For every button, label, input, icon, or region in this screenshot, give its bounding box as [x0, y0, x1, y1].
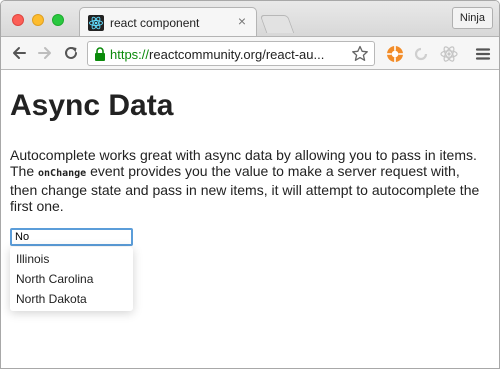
onchange-code: onChange — [38, 168, 87, 179]
address-bar[interactable]: https://reactcommunity.org/react-au... — [87, 41, 375, 66]
close-window-button[interactable] — [12, 14, 24, 26]
url-host: reactcommunity.org/react-au... — [149, 47, 325, 62]
url-text: https://reactcommunity.org/react-au... — [110, 47, 350, 62]
url-scheme: https:// — [110, 47, 150, 62]
autocomplete-menu: Illinois North Carolina North Dakota — [10, 247, 133, 311]
react-devtools-icon[interactable] — [439, 44, 459, 64]
reload-icon[interactable] — [61, 43, 81, 63]
page-content: Async Data Autocomplete works great with… — [1, 71, 499, 368]
back-arrow-icon[interactable] — [9, 43, 29, 63]
extension-grey-icon[interactable] — [411, 44, 431, 64]
zoom-window-button[interactable] — [52, 14, 64, 26]
minimize-window-button[interactable] — [32, 14, 44, 26]
menu-item-illinois[interactable]: Illinois — [10, 249, 133, 269]
new-tab-button[interactable] — [259, 15, 295, 33]
browser-window: react component × Ninja https://reactcom… — [0, 0, 500, 369]
intro-paragraph: Autocomplete works great with async data… — [10, 147, 490, 214]
extension-orange-icon[interactable] — [385, 44, 405, 64]
menu-item-north-dakota[interactable]: North Dakota — [10, 289, 133, 309]
react-favicon-icon — [88, 15, 104, 31]
bookmark-star-icon[interactable] — [350, 44, 370, 64]
tab-title: react component — [110, 16, 200, 30]
forward-arrow-icon[interactable] — [35, 43, 55, 63]
profile-button[interactable]: Ninja — [451, 7, 493, 29]
tab-react-component[interactable]: react component × — [79, 7, 257, 37]
menu-icon[interactable] — [473, 44, 493, 64]
page-title: Async Data — [10, 89, 174, 122]
autocomplete-input[interactable] — [10, 228, 133, 246]
tab-close-icon[interactable]: × — [235, 14, 249, 28]
browser-toolbar: https://reactcommunity.org/react-au... — [1, 36, 499, 70]
menu-item-north-carolina[interactable]: North Carolina — [10, 269, 133, 289]
lock-icon — [94, 47, 106, 61]
tab-strip: react component × Ninja — [1, 1, 499, 37]
